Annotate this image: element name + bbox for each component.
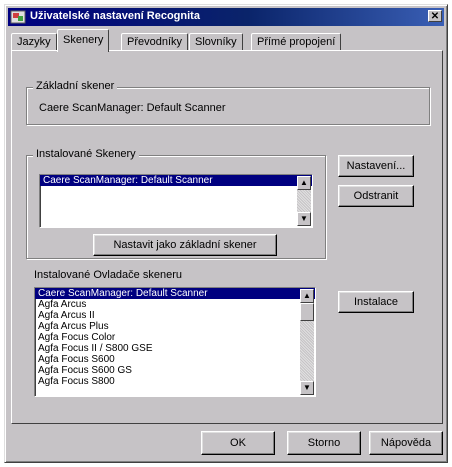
ok-button[interactable]: OK [201, 431, 275, 455]
tab-panel-skenery: Základní skener Caere ScanManager: Defau… [11, 50, 443, 424]
tab-slovniky[interactable]: Slovníky [189, 33, 243, 51]
installed-scanners-group: Instalované Skenery Caere ScanManager: D… [26, 148, 326, 259]
installed-drivers-label: Instalované Ovladače skeneru [34, 269, 182, 281]
default-scanner-group: Základní skener Caere ScanManager: Defau… [26, 80, 430, 125]
scroll-down-icon[interactable]: ▼ [300, 381, 314, 395]
close-icon[interactable]: ✕ [428, 10, 442, 22]
list-item[interactable]: Agfa Arcus Plus [35, 321, 315, 332]
help-button[interactable]: Nápověda [369, 431, 443, 455]
app-icon [10, 9, 26, 25]
list-item[interactable]: Agfa Focus S600 GS [35, 365, 315, 376]
tab-strip: Jazyky Skenery Převodníky Slovníky Přímé… [11, 29, 441, 52]
settings-button[interactable]: Nastavení... [338, 155, 414, 177]
window-title: Uživatelské nastavení Recognita [30, 10, 200, 22]
settings-dialog: Uživatelské nastavení Recognita ✕ Jazyky… [4, 4, 448, 463]
cancel-button[interactable]: Storno [287, 431, 361, 455]
tab-prevodniky[interactable]: Převodníky [121, 33, 189, 51]
installed-scanners-label: Instalované Skenery [33, 148, 139, 160]
install-button[interactable]: Instalace [338, 291, 414, 313]
tab-prime-propojeni[interactable]: Přímé propojení [251, 33, 342, 51]
set-default-scanner-button[interactable]: Nastavit jako základní skener [93, 234, 277, 256]
title-bar[interactable]: Uživatelské nastavení Recognita ✕ [8, 8, 444, 26]
scrollbar[interactable]: ▲ ▼ [297, 176, 311, 226]
list-item[interactable]: Caere ScanManager: Default Scanner [40, 175, 312, 186]
scroll-up-icon[interactable]: ▲ [300, 289, 314, 303]
list-item[interactable]: Agfa Focus S800 [35, 376, 315, 387]
default-scanner-label: Základní skener [33, 80, 118, 92]
scroll-thumb[interactable] [300, 303, 314, 321]
scrollbar[interactable]: ▲ ▼ [300, 289, 314, 395]
installed-scanners-list[interactable]: Caere ScanManager: Default Scanner ▲ ▼ [39, 174, 313, 228]
list-item[interactable]: Agfa Arcus [35, 299, 315, 310]
list-item[interactable]: Agfa Focus II / S800 GSE [35, 343, 315, 354]
default-scanner-value: Caere ScanManager: Default Scanner [39, 102, 226, 114]
list-item[interactable]: Caere ScanManager: Default Scanner [35, 288, 315, 299]
tab-skenery[interactable]: Skenery [57, 29, 110, 52]
list-item[interactable]: Agfa Arcus II [35, 310, 315, 321]
installed-drivers-list[interactable]: Caere ScanManager: Default Scanner Agfa … [34, 287, 316, 397]
remove-button[interactable]: Odstranit [338, 185, 414, 207]
scroll-up-icon[interactable]: ▲ [297, 176, 311, 190]
scroll-down-icon[interactable]: ▼ [297, 212, 311, 226]
tab-jazyky[interactable]: Jazyky [11, 33, 57, 51]
list-item[interactable]: Agfa Focus Color [35, 332, 315, 343]
list-item[interactable]: Agfa Focus S600 [35, 354, 315, 365]
